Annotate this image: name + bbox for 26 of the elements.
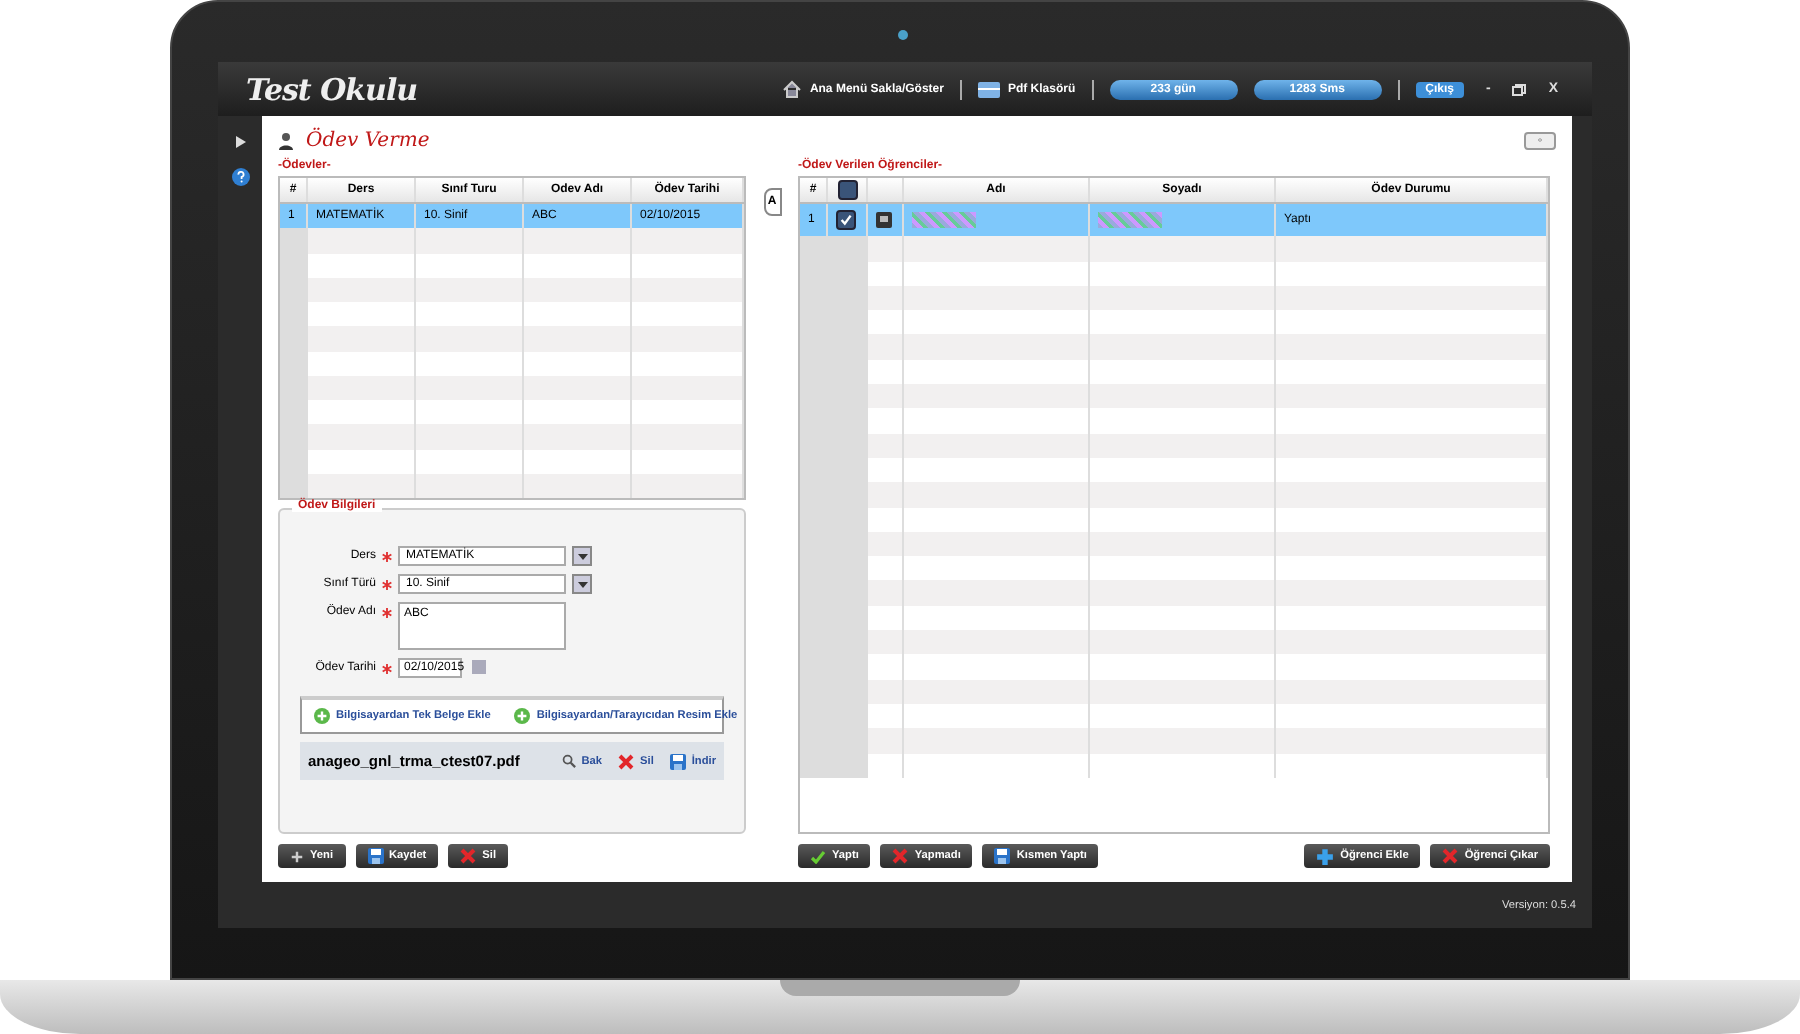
restore-window-icon[interactable] (1512, 83, 1527, 95)
folder-icon (977, 81, 1000, 97)
app-logo: Test Okulu (246, 71, 418, 107)
page-title: Ödev Verme (306, 129, 430, 151)
person-icon (278, 131, 294, 149)
cross-icon (1442, 848, 1459, 864)
plus-icon (290, 849, 304, 863)
blurred-name (912, 212, 976, 229)
webcam-icon (898, 30, 908, 40)
plus-circle-icon (514, 708, 531, 724)
select-all-checkbox[interactable] (837, 180, 857, 201)
arrow-icon[interactable] (235, 136, 245, 148)
plus-circle-icon (314, 708, 330, 724)
cross-icon (618, 753, 635, 769)
cross-icon (460, 848, 477, 864)
house-icon (781, 80, 802, 98)
help-icon[interactable] (231, 168, 249, 186)
blurred-surname (1098, 212, 1162, 229)
row-checkbox[interactable] (836, 210, 856, 231)
refresh-button[interactable] (1524, 131, 1556, 149)
check-icon (840, 214, 852, 227)
student-photo-icon (876, 212, 892, 229)
search-icon (561, 754, 576, 768)
plus-icon (1316, 847, 1335, 865)
check-icon (810, 849, 826, 863)
cross-icon (892, 848, 909, 864)
